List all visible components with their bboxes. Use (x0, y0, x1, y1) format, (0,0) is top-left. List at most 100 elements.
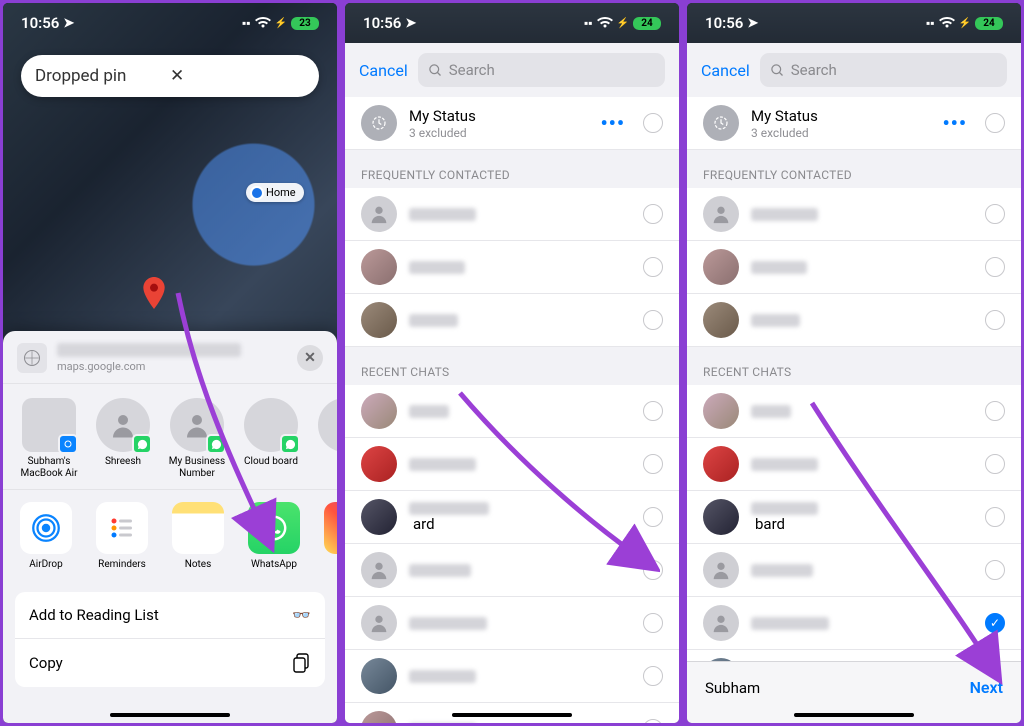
my-status-row[interactable]: My Status 3 excluded ••• (687, 97, 1021, 150)
share-title-blur (57, 343, 241, 357)
map-pin-icon[interactable] (143, 277, 165, 309)
contact-row[interactable] (345, 385, 679, 438)
contact-row[interactable] (345, 294, 679, 347)
contact-row[interactable] (345, 650, 679, 703)
radio-unchecked[interactable] (985, 454, 1005, 474)
avatar (361, 499, 397, 535)
contact-row-selected[interactable]: ✓ (687, 597, 1021, 650)
radio-unchecked[interactable] (643, 560, 663, 580)
contact-row[interactable] (345, 188, 679, 241)
contact-row[interactable] (345, 597, 679, 650)
radio-unchecked[interactable] (643, 507, 663, 527)
search-input[interactable]: Search (760, 53, 1007, 87)
avatar (361, 196, 397, 232)
share-apps-row[interactable]: AirDrop Reminders Notes WhatsApp (3, 489, 337, 582)
action-copy[interactable]: Copy (15, 639, 325, 687)
signal-icon: ▪▪ (242, 16, 251, 30)
avatar (703, 446, 739, 482)
share-target-macbook[interactable]: Subham's MacBook Air (17, 398, 81, 479)
app-instagram[interactable]: In (321, 502, 337, 570)
home-indicator (110, 713, 230, 717)
home-badge[interactable]: Home (246, 183, 304, 202)
close-button[interactable]: ✕ (297, 345, 323, 371)
more-button[interactable]: ••• (594, 111, 631, 135)
action-list: Add to Reading List 👓 Copy (15, 592, 325, 687)
avatar (703, 196, 739, 232)
whatsapp-share-target: Cancel Search My Status 3 excluded •• (345, 43, 679, 723)
radio-unchecked[interactable] (643, 454, 663, 474)
phone-panel-2: 10:56 ➤ ▪▪ ⚡ 24 Cancel Search (342, 0, 682, 726)
radio-unchecked[interactable] (985, 204, 1005, 224)
avatar (361, 605, 397, 641)
radio-unchecked[interactable] (643, 310, 663, 330)
signal-icon: ▪▪ (926, 16, 935, 30)
cancel-button[interactable]: Cancel (359, 61, 408, 80)
action-reading-list[interactable]: Add to Reading List 👓 (15, 592, 325, 639)
contact-row[interactable] (687, 241, 1021, 294)
status-title: My Status (751, 107, 924, 125)
contact-row[interactable] (687, 188, 1021, 241)
status-bar: 10:56 ➤ ▪▪ ⚡ 23 (3, 3, 337, 43)
radio-unchecked[interactable] (643, 401, 663, 421)
avatar (703, 605, 739, 641)
contact-row[interactable] (345, 241, 679, 294)
contact-row[interactable] (687, 294, 1021, 347)
status-bar: 10:56 ➤ ▪▪ ⚡ 24 (345, 3, 679, 43)
share-target-cloud[interactable]: Cloud board (239, 398, 303, 479)
contact-row[interactable] (345, 438, 679, 491)
next-button[interactable]: Next (970, 678, 1003, 697)
app-whatsapp[interactable]: WhatsApp (245, 502, 303, 570)
radio-unchecked[interactable] (985, 310, 1005, 330)
more-button[interactable]: ••• (936, 111, 973, 135)
signal-icon: ▪▪ (584, 16, 593, 30)
phone-panel-1: 10:56 ➤ ▪▪ ⚡ 23 Dropped pin ✕ Home (0, 0, 340, 726)
location-icon: ➤ (405, 16, 416, 31)
whatsapp-badge-icon (280, 434, 300, 454)
radio-unchecked[interactable] (643, 666, 663, 686)
app-airdrop[interactable]: AirDrop (17, 502, 75, 570)
clear-icon[interactable]: ✕ (170, 66, 305, 86)
radio-checked[interactable]: ✓ (985, 613, 1005, 633)
contact-row[interactable] (687, 650, 1021, 661)
status-subtitle: 3 excluded (751, 126, 924, 140)
radio-unchecked[interactable] (643, 719, 663, 723)
contact-row[interactable]: ard (345, 491, 679, 544)
share-target-shreesh[interactable]: Shreesh (91, 398, 155, 479)
radio-unchecked[interactable] (985, 507, 1005, 527)
contact-row[interactable] (687, 544, 1021, 597)
cancel-button[interactable]: Cancel (701, 61, 750, 80)
search-input[interactable]: Search (418, 53, 665, 87)
section-frequently: FREQUENTLY CONTACTED (345, 150, 679, 188)
radio-unchecked[interactable] (643, 613, 663, 633)
radio-unchecked[interactable] (643, 257, 663, 277)
status-subtitle: 3 excluded (409, 126, 582, 140)
radio-unchecked[interactable] (985, 401, 1005, 421)
whatsapp-badge-icon (132, 434, 152, 454)
share-target-business[interactable]: My Business Number (165, 398, 229, 479)
radio-unchecked[interactable] (643, 113, 663, 133)
status-avatar-icon (703, 105, 739, 141)
my-status-row[interactable]: My Status 3 excluded ••• (345, 97, 679, 150)
app-reminders[interactable]: Reminders (93, 502, 151, 570)
radio-unchecked[interactable] (985, 560, 1005, 580)
contact-row[interactable] (687, 385, 1021, 438)
search-icon (428, 63, 443, 78)
avatar (703, 499, 739, 535)
share-sheet-header: maps.google.com ✕ (3, 331, 337, 384)
share-contacts-row[interactable]: Subham's MacBook Air Shreesh My Business… (3, 384, 337, 489)
share-source: maps.google.com (57, 360, 287, 373)
battery-indicator: 24 (633, 17, 661, 30)
radio-unchecked[interactable] (985, 113, 1005, 133)
share-target-more[interactable]: M (313, 398, 337, 479)
contact-row[interactable] (345, 544, 679, 597)
contact-row[interactable] (687, 438, 1021, 491)
share-sheet: maps.google.com ✕ Subham's MacBook Air S… (3, 331, 337, 723)
app-notes[interactable]: Notes (169, 502, 227, 570)
map-search-pill[interactable]: Dropped pin ✕ (21, 55, 319, 97)
radio-unchecked[interactable] (643, 204, 663, 224)
airdrop-icon (29, 511, 63, 545)
contact-row[interactable]: bard (687, 491, 1021, 544)
avatar (361, 658, 397, 694)
radio-unchecked[interactable] (985, 257, 1005, 277)
wifi-icon (597, 17, 613, 29)
